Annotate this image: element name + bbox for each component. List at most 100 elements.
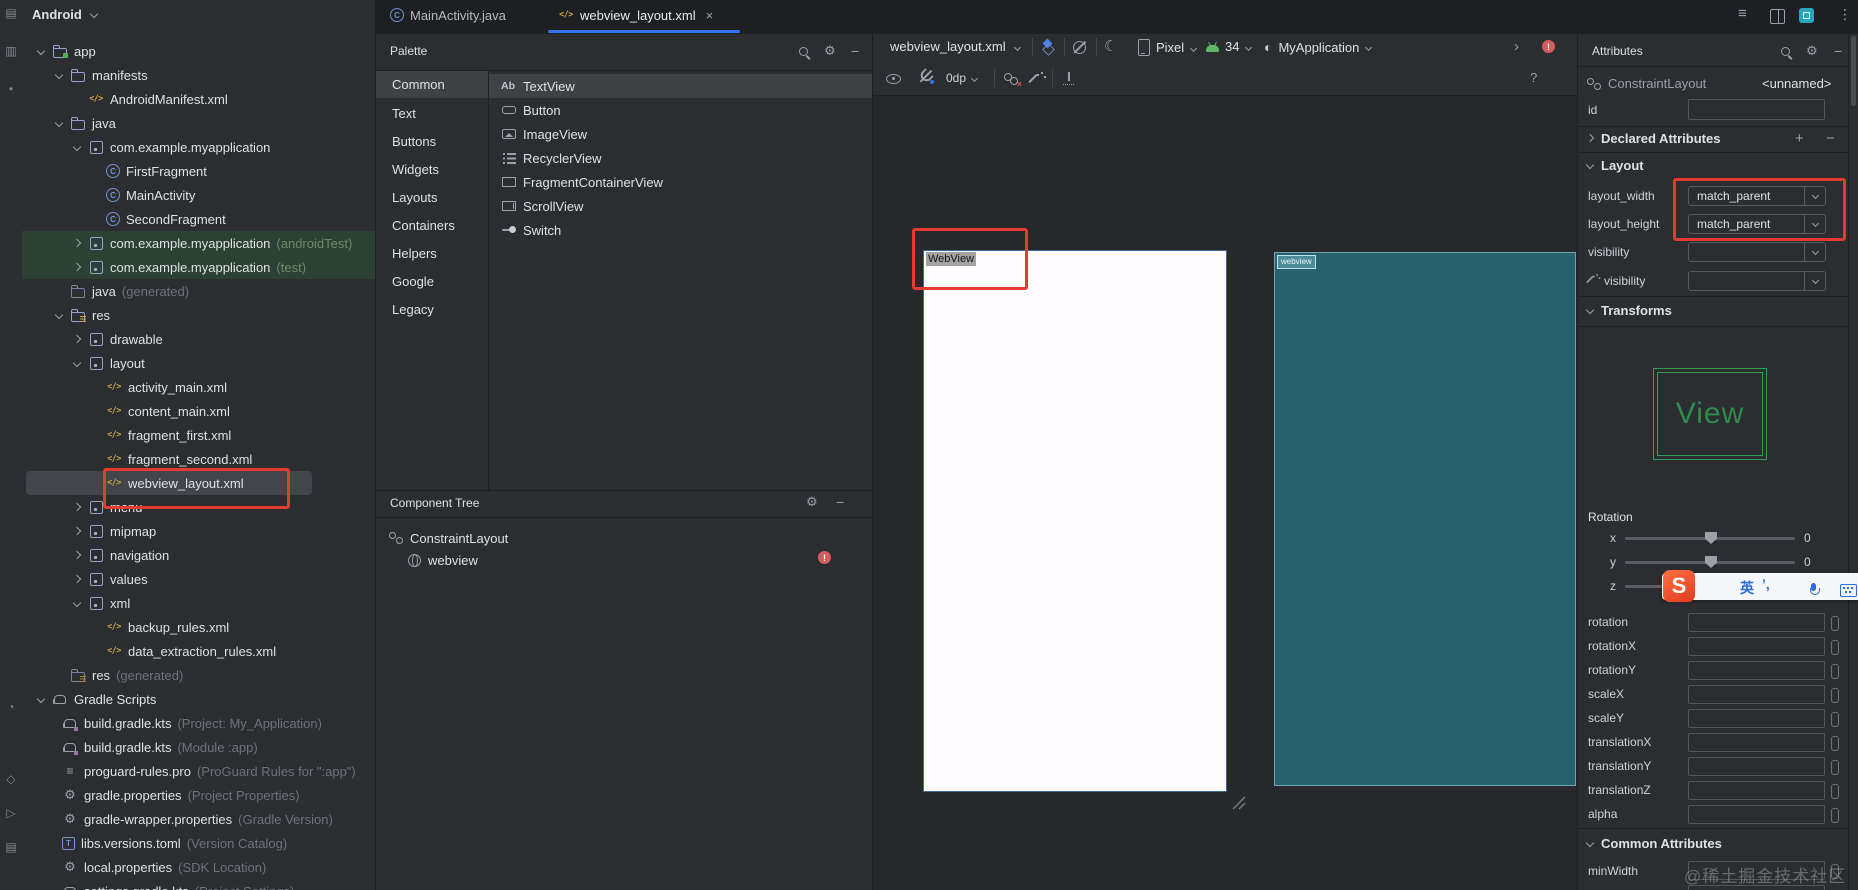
translationx-input[interactable] — [1688, 733, 1825, 752]
tree-item-local-properties[interactable]: ⚙ local.properties (SDK Location) — [22, 855, 376, 879]
canvas-resize-handle[interactable] — [1229, 793, 1247, 811]
tree-item-res[interactable]: res — [22, 303, 376, 327]
clear-constraints-icon[interactable]: × — [1004, 72, 1022, 89]
tools-visibility-dropdown[interactable] — [1688, 271, 1826, 291]
hide-icon[interactable]: − — [1834, 43, 1842, 59]
tree-item-fragment-first[interactable]: </> fragment_first.xml — [22, 423, 376, 447]
project-stripe-icon[interactable]: ▤ — [0, 6, 22, 20]
chevron-down-icon[interactable] — [55, 311, 64, 320]
design-preview[interactable]: WebView — [923, 250, 1227, 792]
palette-category-text[interactable]: Text — [376, 99, 488, 127]
tree-item-xml-folder[interactable]: xml — [22, 591, 376, 615]
hide-icon[interactable]: − — [836, 494, 844, 510]
id-input[interactable] — [1688, 99, 1825, 120]
chevron-right-icon[interactable] — [73, 503, 82, 512]
gear-icon[interactable]: ⚙ — [1806, 43, 1818, 59]
gear-icon[interactable]: ⚙ — [824, 43, 836, 59]
chevron-right-icon[interactable] — [73, 527, 82, 536]
translationy-input[interactable] — [1688, 757, 1825, 776]
palette-item-scrollview[interactable]: ScrollView — [489, 194, 873, 218]
attributes-scrollbar[interactable] — [1849, 33, 1858, 890]
night-mode-icon[interactable]: ☾ — [1104, 37, 1117, 55]
error-badge-icon[interactable]: ! — [818, 551, 831, 564]
tree-item-java[interactable]: java — [22, 111, 376, 135]
tree-item-package-androidtest[interactable]: com.example.myapplication (androidTest) — [22, 231, 376, 255]
rotation-input[interactable] — [1688, 613, 1825, 632]
theme-selector[interactable]: ◐ MyApplication — [1264, 39, 1372, 55]
palette-category-buttons[interactable]: Buttons — [376, 127, 488, 155]
tree-item-activity-main[interactable]: </> activity_main.xml — [22, 375, 376, 399]
constraint-bracket-icon[interactable] — [1831, 616, 1839, 631]
tree-item-res-generated[interactable]: res (generated) — [22, 663, 376, 687]
view-options-icon[interactable] — [886, 73, 901, 84]
menu-icon[interactable]: ≡ — [1738, 5, 1747, 22]
constraint-bracket-icon[interactable] — [1831, 640, 1839, 655]
tree-item-build-gradle-project[interactable]: build.gradle.kts (Project: My_Application… — [22, 711, 376, 735]
more-stripe-icon[interactable]: • — [0, 82, 22, 96]
chevron-right-icon[interactable] — [73, 335, 82, 344]
project-view-selector[interactable]: Android — [32, 7, 105, 22]
default-margins-selector[interactable]: 0dp — [946, 71, 978, 85]
search-icon[interactable] — [798, 46, 812, 60]
chevron-right-icon[interactable] — [73, 575, 82, 584]
tab-mainactivity[interactable]: C MainActivity.java — [390, 0, 506, 30]
constraint-bracket-icon[interactable] — [1831, 712, 1839, 727]
palette-category-legacy[interactable]: Legacy — [376, 295, 488, 323]
constraint-bracket-icon[interactable] — [1831, 688, 1839, 703]
tree-item-app[interactable]: app — [22, 39, 376, 63]
build-stripe-icon[interactable]: ◇ — [0, 772, 22, 786]
tree-item-secondfragment[interactable]: C SecondFragment — [22, 207, 376, 231]
transforms-section[interactable]: Transforms — [1586, 303, 1672, 318]
expand-toolbar-icon[interactable]: › — [1514, 38, 1519, 55]
chevron-down-icon[interactable] — [55, 71, 64, 80]
remove-attribute-icon[interactable]: − — [1826, 130, 1835, 147]
layout-windows-icon[interactable] — [1770, 9, 1785, 24]
palette-item-switch[interactable]: Switch — [489, 218, 873, 242]
chevron-right-icon[interactable] — [73, 263, 82, 272]
tree-item-gradle-scripts[interactable]: Gradle Scripts — [22, 687, 376, 711]
constraint-bracket-icon[interactable] — [1831, 808, 1839, 823]
autoconnect-icon[interactable] — [918, 70, 934, 84]
ime-punctuation-icon[interactable]: ’, — [1762, 576, 1770, 592]
add-attribute-icon[interactable]: + — [1795, 130, 1804, 147]
design-file-selector[interactable]: webview_layout.xml — [890, 39, 1021, 54]
layout-section[interactable]: Layout — [1586, 158, 1644, 173]
palette-item-fragmentcontainerview[interactable]: FragmentContainerView — [489, 170, 873, 194]
rotationy-input[interactable] — [1688, 661, 1825, 680]
structure-stripe-icon[interactable]: ▥ — [0, 44, 22, 58]
blueprint-webview-label[interactable]: webview — [1277, 255, 1316, 269]
chevron-right-icon[interactable] — [73, 239, 82, 248]
tab-webview-layout[interactable]: </> webview_layout.xml × — [558, 0, 713, 30]
component-tree-row-webview[interactable]: webview — [406, 548, 806, 572]
palette-category-layouts[interactable]: Layouts — [376, 183, 488, 211]
palette-item-recyclerview[interactable]: RecyclerView — [489, 146, 873, 170]
palette-category-helpers[interactable]: Helpers — [376, 239, 488, 267]
palette-category-google[interactable]: Google — [376, 267, 488, 295]
constraint-bracket-icon[interactable] — [1831, 736, 1839, 751]
visibility-dropdown[interactable] — [1688, 242, 1826, 262]
run-stripe-icon[interactable]: ▷ — [0, 806, 22, 820]
close-icon[interactable]: × — [706, 8, 714, 23]
chevron-down-icon[interactable] — [73, 143, 82, 152]
design-blueprint-mode-icon[interactable] — [1040, 39, 1056, 55]
baseline-icon[interactable] — [1062, 72, 1075, 85]
device-mirror-icon[interactable] — [1799, 8, 1814, 23]
chevron-down-icon[interactable] — [73, 359, 82, 368]
gear-icon[interactable]: ⚙ — [806, 494, 818, 510]
tree-item-firstfragment[interactable]: C FirstFragment — [22, 159, 376, 183]
terminal-stripe-icon[interactable]: ▤ — [0, 840, 22, 854]
device-selector[interactable]: Pixel — [1138, 39, 1197, 56]
orientation-icon[interactable] — [1072, 40, 1087, 55]
more-options-icon[interactable]: ⋮ — [1838, 6, 1852, 23]
scalex-input[interactable] — [1688, 685, 1825, 704]
scaley-input[interactable] — [1688, 709, 1825, 728]
hide-icon[interactable]: − — [851, 43, 859, 59]
tree-item-data-extraction-rules[interactable]: </> data_extraction_rules.xml — [22, 639, 376, 663]
tree-item-drawable[interactable]: drawable — [22, 327, 376, 351]
declared-attributes-section[interactable]: Declared Attributes — [1586, 131, 1720, 146]
chevron-right-icon[interactable] — [73, 551, 82, 560]
constraint-bracket-icon[interactable] — [1831, 664, 1839, 679]
microphone-icon[interactable] — [1809, 583, 1820, 596]
tree-item-values[interactable]: values — [22, 567, 376, 591]
tree-item-backup-rules[interactable]: </> backup_rules.xml — [22, 615, 376, 639]
